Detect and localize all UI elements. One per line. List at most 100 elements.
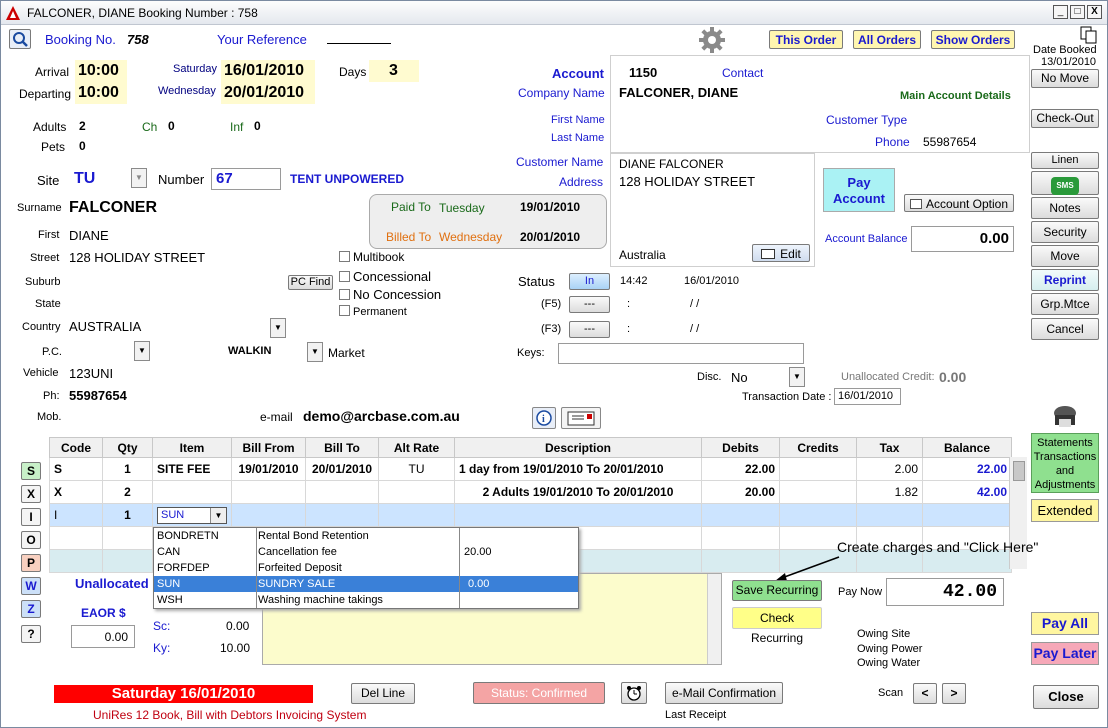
company-name-value[interactable]: FALCONER, DIANE	[619, 85, 738, 100]
cell-credits[interactable]	[779, 503, 857, 527]
email-value[interactable]: demo@arcbase.com.au	[303, 408, 460, 424]
pay-account-button[interactable]: Pay Account	[823, 168, 895, 212]
days-value[interactable]: 3	[369, 60, 419, 82]
street-value[interactable]: 128 HOLIDAY STREET	[69, 250, 205, 265]
scan-prev-button[interactable]: <	[913, 683, 937, 704]
vehicle-value[interactable]: 123UNI	[69, 366, 113, 381]
letter-z-button[interactable]: Z	[21, 600, 41, 618]
country-dropdown-arrow[interactable]: ▼	[270, 318, 286, 338]
site-dropdown-arrow[interactable]: ▼	[131, 168, 147, 188]
dropdown-option[interactable]: BONDRETN Rental Bond Retention	[154, 528, 578, 544]
notes-scrollbar[interactable]	[707, 574, 721, 664]
account-option-button[interactable]: Account Option	[904, 194, 1014, 212]
children-value[interactable]: 0	[168, 119, 175, 133]
cell-debits[interactable]: 20.00	[701, 480, 780, 504]
cell-bill-to[interactable]: 20/01/2010	[305, 457, 379, 481]
linen-button[interactable]: Linen	[1031, 152, 1099, 169]
edit-address-button[interactable]: Edit	[752, 244, 810, 262]
status-confirmed-button[interactable]: Status: Confirmed	[473, 682, 605, 704]
check-out-button[interactable]: Check-Out	[1031, 109, 1099, 128]
printer-icon[interactable]	[1051, 403, 1079, 429]
scan-next-button[interactable]: >	[942, 683, 966, 704]
cell-description[interactable]: 1 day from 19/01/2010 To 20/01/2010	[454, 457, 702, 481]
postcode-dropdown-arrow[interactable]: ▼	[134, 341, 150, 361]
move-button[interactable]: Move	[1031, 245, 1099, 267]
cell-credits[interactable]	[779, 480, 857, 504]
charge-row-active[interactable]: I 1 SUN ▼	[49, 503, 1012, 527]
your-reference-field[interactable]	[327, 43, 391, 44]
grid-scrollbar-thumb[interactable]	[1013, 461, 1025, 481]
maximize-button[interactable]: □	[1070, 5, 1085, 19]
cell-code[interactable]: X	[49, 480, 103, 504]
show-orders-button[interactable]: Show Orders	[931, 30, 1015, 49]
info-button[interactable]: i	[532, 407, 556, 429]
cell-tax[interactable]: 2.00	[856, 457, 923, 481]
copy-icon[interactable]	[1079, 25, 1099, 45]
chevron-down-icon[interactable]: ▼	[210, 507, 226, 523]
statements-transactions-button[interactable]: Statements Transactions and Adjustments	[1031, 433, 1099, 493]
f3-button[interactable]: ---	[569, 321, 610, 338]
charge-row[interactable]: X 2 2 Adults 19/01/2010 To 20/01/2010 20…	[49, 480, 1012, 504]
cell-alt-rate[interactable]: TU	[378, 457, 455, 481]
cell-credits[interactable]	[779, 457, 857, 481]
departing-time[interactable]: 10:00	[75, 82, 127, 104]
departing-date[interactable]: 20/01/2010	[221, 82, 315, 104]
all-orders-button[interactable]: All Orders	[853, 30, 921, 49]
cell-description[interactable]: 2 Adults 19/01/2010 To 20/01/2010	[454, 480, 702, 504]
close-button[interactable]: Close	[1033, 685, 1099, 709]
reprint-button[interactable]: Reprint	[1031, 269, 1099, 291]
surname-value[interactable]: FALCONER	[69, 199, 157, 217]
cell-description[interactable]	[454, 503, 702, 527]
cell-alt-rate[interactable]	[378, 480, 455, 504]
cell-bill-from[interactable]: 19/01/2010	[231, 457, 306, 481]
cell-tax[interactable]: 1.82	[856, 480, 923, 504]
letter-x-button[interactable]: X	[21, 485, 41, 503]
close-window-button[interactable]: X	[1087, 5, 1102, 19]
cell-debits[interactable]: 22.00	[701, 457, 780, 481]
item-dropdown-list[interactable]: BONDRETN Rental Bond Retention CAN Cancell…	[153, 527, 579, 609]
email-send-button[interactable]	[561, 407, 601, 429]
eaor-input[interactable]: 0.00	[71, 625, 135, 648]
site-number-input[interactable]: 67	[211, 168, 281, 190]
sms-button[interactable]: SMS	[1031, 171, 1099, 195]
cell-item[interactable]	[152, 480, 232, 504]
save-recurring-button[interactable]: Save Recurring	[732, 580, 822, 601]
market-dropdown-arrow[interactable]: ▼	[307, 342, 323, 362]
main-account-details-link[interactable]: Main Account Details	[900, 90, 1011, 102]
cell-alt-rate[interactable]	[378, 503, 455, 527]
cell-item[interactable]: SITE FEE	[152, 457, 232, 481]
cell-bill-from[interactable]	[231, 480, 306, 504]
letter-s-button[interactable]: S	[21, 462, 41, 480]
cell-bill-to[interactable]	[305, 503, 379, 527]
cancel-booking-button[interactable]: Cancel	[1031, 318, 1099, 340]
multibook-checkbox[interactable]: Multibook	[339, 250, 404, 264]
permanent-checkbox[interactable]: Permanent	[339, 305, 407, 318]
dropdown-option[interactable]: WSH Washing machine takings	[154, 592, 578, 608]
dropdown-option[interactable]: FORFDEP Forfeited Deposit	[154, 560, 578, 576]
infants-value[interactable]: 0	[254, 119, 261, 133]
letter-i-button[interactable]: I	[21, 508, 41, 526]
dropdown-option[interactable]: CAN Cancellation fee 20.00	[154, 544, 578, 560]
arrival-date[interactable]: 16/01/2010	[221, 60, 315, 82]
cell-code[interactable]: I	[49, 503, 103, 527]
pay-now-input[interactable]: 42.00	[886, 578, 1004, 606]
site-code[interactable]: TU	[74, 170, 95, 188]
dropdown-option-selected[interactable]: SUN SUNDRY SALE 0.00	[154, 576, 578, 592]
search-booking-button[interactable]	[9, 29, 31, 49]
no-concession-checkbox[interactable]: No Concession	[339, 287, 441, 302]
check-recurring-button[interactable]: Check Recurring	[732, 607, 822, 645]
cell-code[interactable]: S	[49, 457, 103, 481]
group-maintenance-button[interactable]: Grp.Mtce	[1031, 293, 1099, 315]
delete-line-button[interactable]: Del Line	[351, 683, 415, 704]
pay-all-button[interactable]: Pay All	[1031, 612, 1099, 635]
status-in-button[interactable]: In	[569, 273, 610, 290]
cell-qty[interactable]: 2	[102, 480, 153, 504]
cell-qty[interactable]: 1	[102, 503, 153, 527]
concessional-checkbox[interactable]: Concessional	[339, 269, 431, 284]
f5-button[interactable]: ---	[569, 296, 610, 313]
letter-o-button[interactable]: O	[21, 531, 41, 549]
country-value[interactable]: AUSTRALIA	[69, 319, 141, 334]
cell-bill-from[interactable]	[231, 503, 306, 527]
extended-button[interactable]: Extended	[1031, 499, 1099, 522]
gear-icon[interactable]	[698, 26, 726, 54]
